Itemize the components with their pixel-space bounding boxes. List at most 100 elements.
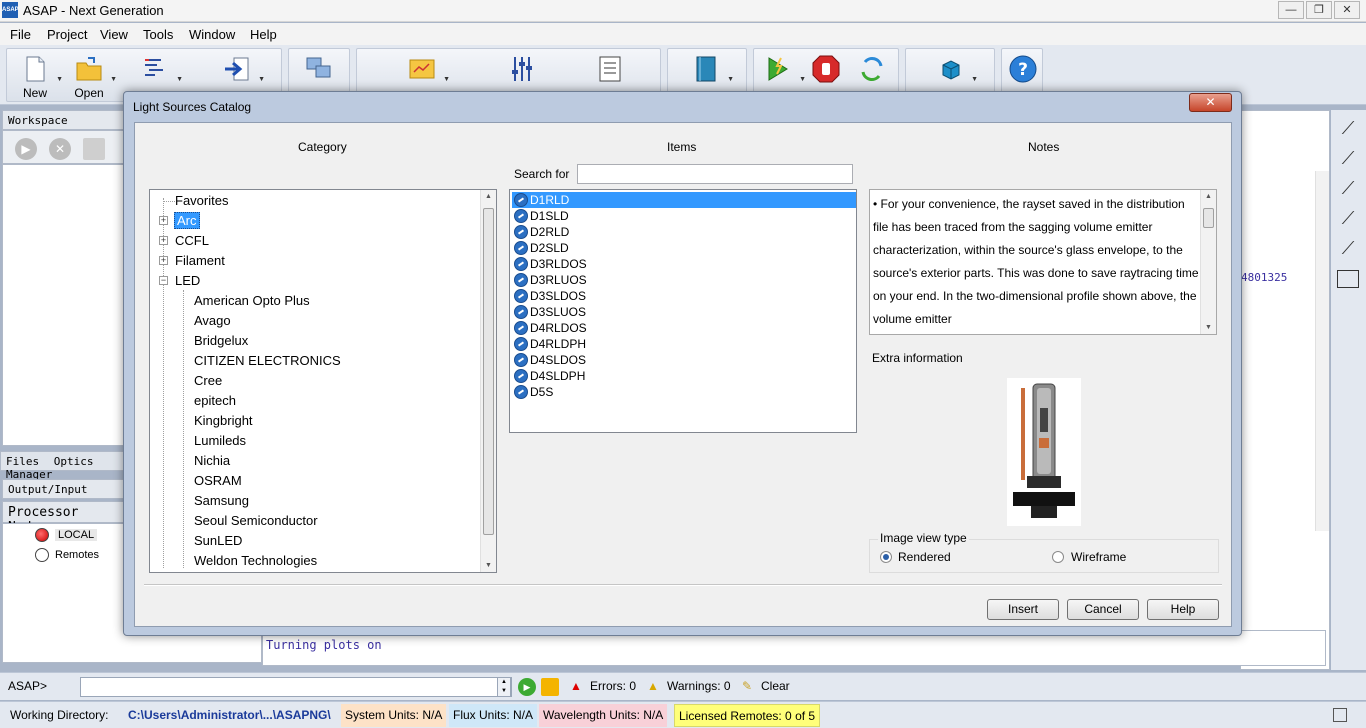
led-nichia[interactable]: Nichia <box>194 453 230 468</box>
chevron-down-icon[interactable]: ▼ <box>258 76 265 83</box>
notes-scroll-thumb[interactable] <box>1203 208 1214 228</box>
clear-button[interactable]: Clear <box>761 679 790 693</box>
right-editor-panel: 4801325 <box>1240 110 1330 670</box>
wireframe-radio[interactable] <box>1052 551 1064 563</box>
catalog-item[interactable]: D3RLDOS <box>512 256 856 272</box>
category-filament[interactable]: Filament <box>175 253 225 268</box>
panel-layout-icon[interactable] <box>1337 270 1359 288</box>
catalog-item[interactable]: D2RLD <box>512 224 856 240</box>
category-scrollbar[interactable]: ▲ ▼ <box>480 190 496 572</box>
catalog-item[interactable]: D4RLDOS <box>512 320 856 336</box>
category-arc[interactable]: Arc <box>174 212 200 229</box>
category-scroll-thumb[interactable] <box>483 208 494 535</box>
working-directory-path[interactable]: C:\Users\Administrator\...\ASAPNG\ <box>124 704 335 727</box>
catalog-item[interactable]: D4RLDPH <box>512 336 856 352</box>
led-avago[interactable]: Avago <box>194 313 231 328</box>
insert-button[interactable]: Insert <box>987 599 1059 620</box>
catalog-item[interactable]: D2SLD <box>512 240 856 256</box>
notes-scrollbar[interactable]: ▲ ▼ <box>1200 190 1216 334</box>
menu-help[interactable]: Help <box>250 27 277 42</box>
led-cree[interactable]: Cree <box>194 373 222 388</box>
rendered-radio[interactable] <box>880 551 892 563</box>
restore-button[interactable]: ❐ <box>1306 1 1332 19</box>
dialog-close-button[interactable]: ✕ <box>1189 93 1232 112</box>
light-ray-icon[interactable]: ⟋ <box>1337 208 1359 230</box>
led-kingbright[interactable]: Kingbright <box>194 413 253 428</box>
layout-toggle-icon[interactable] <box>1333 708 1347 722</box>
led-sunled[interactable]: SunLED <box>194 533 242 548</box>
led-seoul-semiconductor[interactable]: Seoul Semiconductor <box>194 513 318 528</box>
chevron-down-icon[interactable]: ▼ <box>56 76 63 83</box>
category-favorites[interactable]: Favorites <box>175 193 228 208</box>
catalog-item[interactable]: D4SLDPH <box>512 368 856 384</box>
new-button[interactable]: New ▼ <box>15 54 63 102</box>
menu-file[interactable]: File <box>10 27 31 42</box>
lock-icon[interactable] <box>541 678 559 696</box>
category-ccfl[interactable]: CCFL <box>175 233 209 248</box>
catalog-item[interactable]: D3RLUOS <box>512 272 856 288</box>
led-osram[interactable]: OSRAM <box>194 473 242 488</box>
minimize-button[interactable]: — <box>1278 1 1304 19</box>
open-button[interactable]: Open ▼ <box>69 54 117 102</box>
command-spinner[interactable]: ▲ ▼ <box>497 677 511 697</box>
editor-scrollbar[interactable] <box>1315 171 1329 531</box>
led-samsung[interactable]: Samsung <box>194 493 249 508</box>
led-lumileds[interactable]: Lumileds <box>194 433 246 448</box>
catalog-item[interactable]: D3SLDOS <box>512 288 856 304</box>
rendered-label[interactable]: Rendered <box>898 550 951 564</box>
stop-hand-icon <box>812 55 840 83</box>
category-led[interactable]: LED <box>175 273 200 288</box>
catalog-item[interactable]: D5S <box>512 384 856 400</box>
broom-icon: ✎ <box>742 679 753 693</box>
menu-project[interactable]: Project <box>47 27 87 42</box>
cancel-button[interactable]: Cancel <box>1067 599 1139 620</box>
chevron-down-icon[interactable]: ▼ <box>727 76 734 83</box>
expand-arc-icon[interactable]: + <box>159 216 168 225</box>
category-tree[interactable]: Favorites + Arc + CCFL + Filament − LED … <box>149 189 497 573</box>
menu-tools[interactable]: Tools <box>143 27 173 42</box>
collapse-led-icon[interactable]: − <box>159 276 168 285</box>
items-list[interactable]: D1RLD D1SLD D2RLD D2SLD D3RLDOS D3RLUOS D3SLDO… <box>509 189 857 433</box>
expand-ccfl-icon[interactable]: + <box>159 236 168 245</box>
light-source-icon <box>514 289 528 303</box>
light-ray-icon[interactable]: ⟋ <box>1337 178 1359 200</box>
wireframe-label[interactable]: Wireframe <box>1071 550 1126 564</box>
chevron-down-icon[interactable]: ▼ <box>799 76 806 83</box>
close-button[interactable]: ✕ <box>1334 1 1360 19</box>
chevron-down-icon[interactable]: ▼ <box>176 76 183 83</box>
local-node-label[interactable]: LOCAL <box>55 529 98 541</box>
chevron-down-icon[interactable]: ▼ <box>443 76 450 83</box>
computer-network-icon <box>306 57 331 78</box>
menu-window[interactable]: Window <box>189 27 235 42</box>
remotes-node-label[interactable]: Remotes <box>55 549 99 561</box>
chevron-down-icon[interactable]: ▼ <box>110 76 117 83</box>
light-ray-icon[interactable]: ⟋ <box>1337 238 1359 260</box>
chevron-down-icon[interactable]: ▼ <box>971 76 978 83</box>
system-units-badge: System Units: N/A <box>341 704 447 727</box>
local-node-indicator[interactable] <box>35 528 49 542</box>
catalog-item[interactable]: D4SLDOS <box>512 352 856 368</box>
save-disk-icon[interactable] <box>83 138 105 160</box>
folder-chart-icon <box>409 59 435 79</box>
tab-files[interactable]: Files <box>6 455 39 468</box>
catalog-item[interactable]: D3SLUOS <box>512 304 856 320</box>
command-input[interactable] <box>80 677 512 697</box>
run-command-icon[interactable]: ▶ <box>518 678 536 696</box>
led-weldon-technologies[interactable]: Weldon Technologies <box>194 553 317 568</box>
remotes-node-indicator[interactable] <box>35 548 49 562</box>
help-button[interactable]: Help <box>1147 599 1219 620</box>
catalog-item[interactable]: D1RLD <box>512 192 856 208</box>
cancel-circle-icon[interactable]: ✕ <box>49 138 71 160</box>
led-american-opto-plus[interactable]: American Opto Plus <box>194 293 310 308</box>
expand-filament-icon[interactable]: + <box>159 256 168 265</box>
play-icon[interactable]: ▶ <box>15 138 37 160</box>
search-input[interactable] <box>577 164 853 184</box>
light-ray-icon[interactable]: ⟋ <box>1337 148 1359 170</box>
catalog-item[interactable]: D1SLD <box>512 208 856 224</box>
led-citizen-electronics[interactable]: CITIZEN ELECTRONICS <box>194 353 341 368</box>
led-epitech[interactable]: epitech <box>194 393 236 408</box>
light-ray-icon[interactable]: ⟋ <box>1337 118 1359 140</box>
menu-view[interactable]: View <box>100 27 128 42</box>
led-bridgelux[interactable]: Bridgelux <box>194 333 248 348</box>
catalog-item-label: D5S <box>530 385 554 399</box>
